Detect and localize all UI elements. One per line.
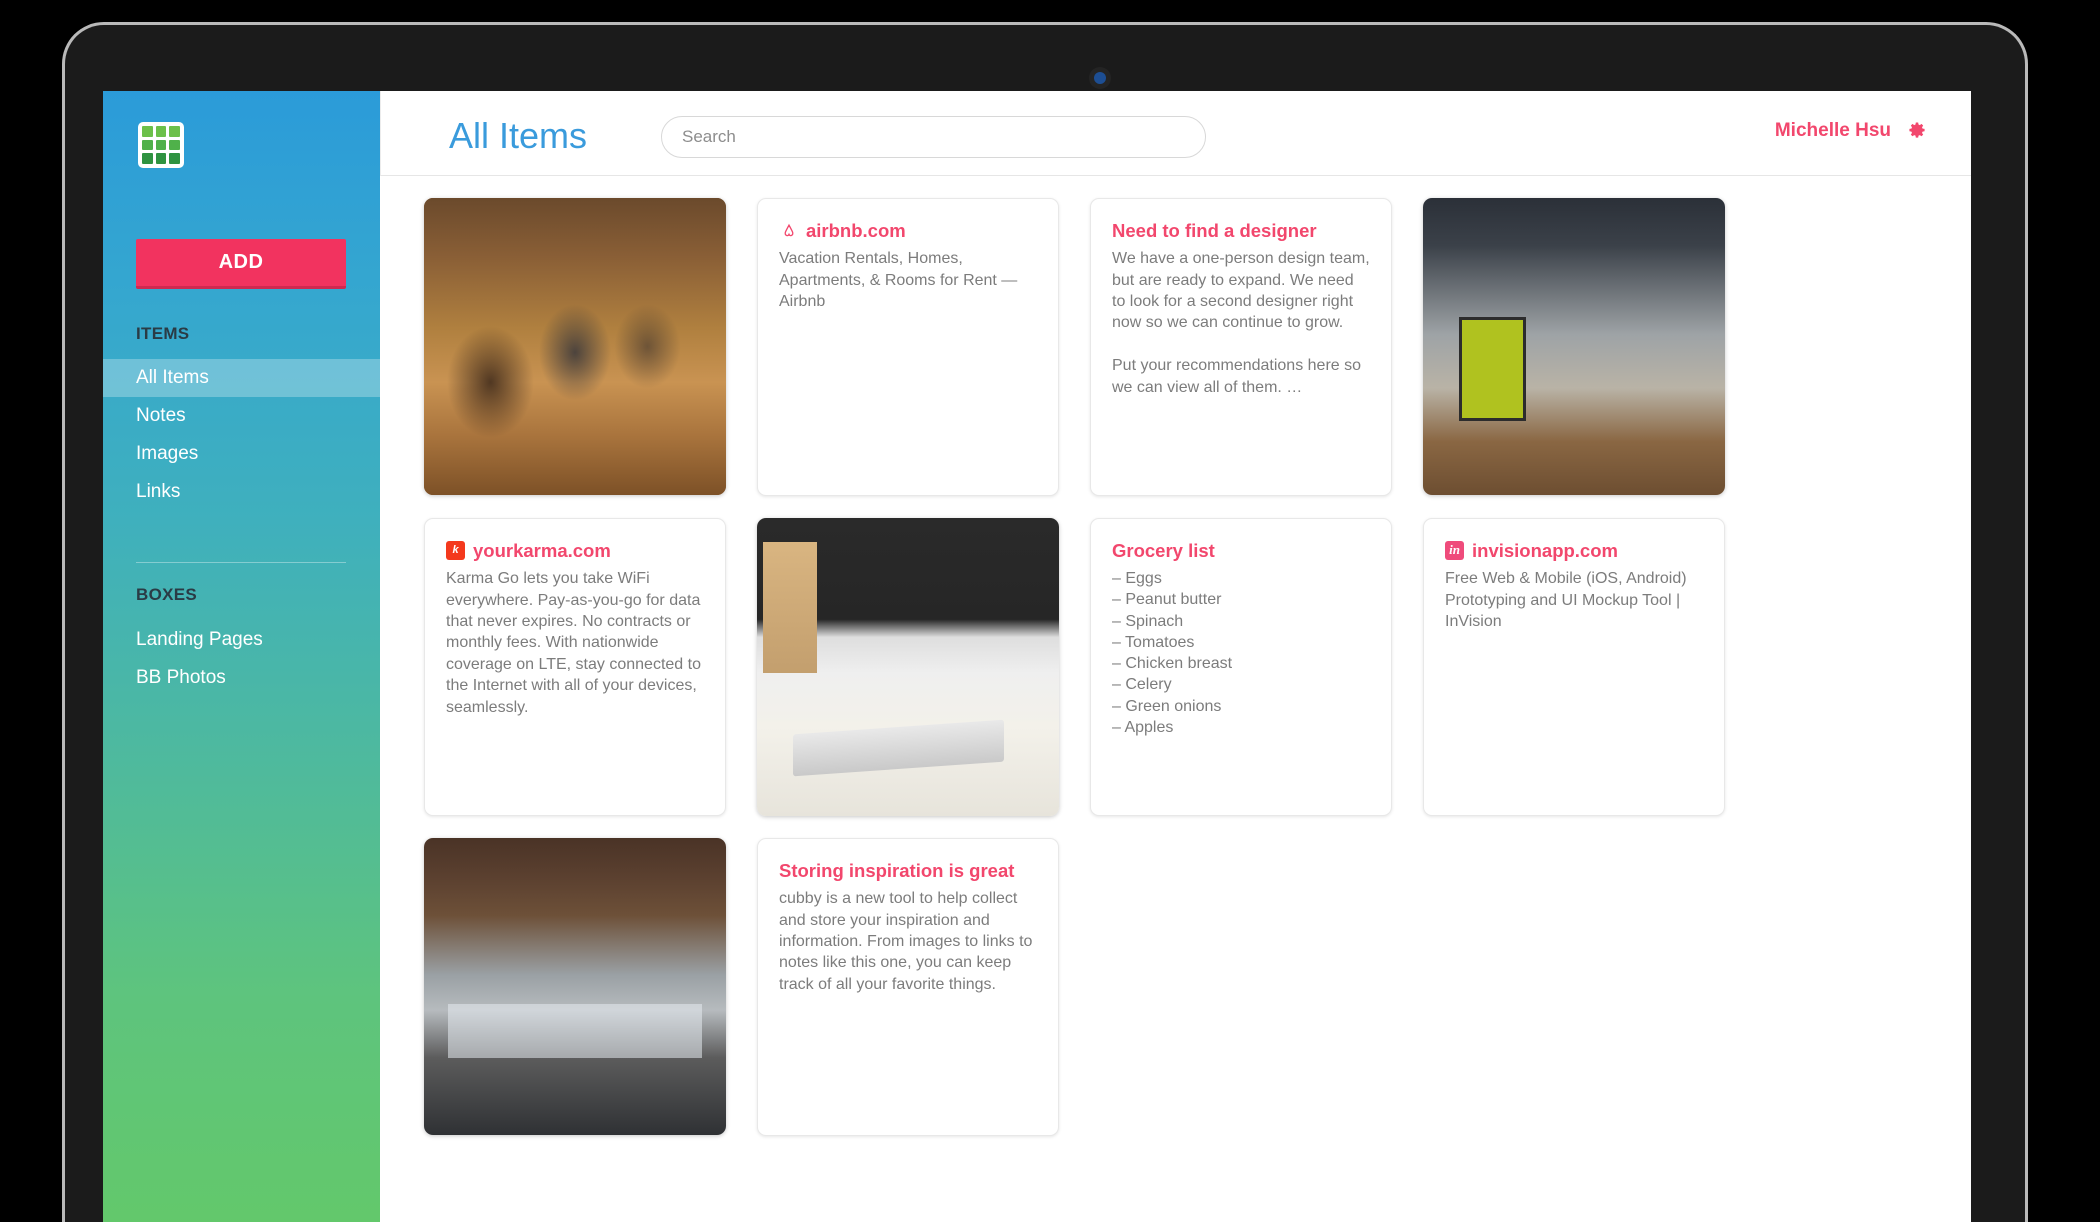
list-item: – Apples [1112, 718, 1174, 736]
list-item: – Green onions [1112, 697, 1222, 715]
grocery-list: – Eggs – Peanut butter – Spinach – Tomat… [1112, 568, 1370, 738]
front-camera-icon [1089, 67, 1111, 89]
card-note-designer[interactable]: Need to find a designer We have a one-pe… [1090, 198, 1392, 496]
sidebar-section-boxes-heading: BOXES [136, 585, 198, 604]
card-title: Need to find a designer [1112, 219, 1370, 242]
list-item: – Spinach [1112, 612, 1184, 630]
sidebar-item-label: Links [136, 481, 181, 502]
card-photo-imac-desk[interactable] [757, 518, 1059, 816]
card-body: We have a one-person design team, but ar… [1112, 250, 1370, 396]
card-grid: airbnb.com Vacation Rentals, Homes, Apar… [380, 176, 1971, 1222]
sidebar-item-label: All Items [136, 367, 209, 388]
card-title: in invisionapp.com [1445, 539, 1703, 562]
imac-desk-keyboard-photo [757, 518, 1059, 816]
card-link-yourkarma[interactable]: k yourkarma.com Karma Go lets you take W… [424, 518, 726, 816]
card-title-text: Storing inspiration is great [779, 860, 1015, 881]
sidebar-item-all-items[interactable]: All Items [103, 359, 380, 397]
card-link-airbnb[interactable]: airbnb.com Vacation Rentals, Homes, Apar… [757, 198, 1059, 496]
card-title: Grocery list [1112, 539, 1370, 562]
sidebar: ADD ITEMS All Items Notes Images Links B… [103, 91, 380, 1222]
card-note-inspiration[interactable]: Storing inspiration is great cubby is a … [757, 838, 1059, 1136]
sidebar-section-items-heading: ITEMS [136, 324, 190, 343]
add-button[interactable]: ADD [136, 239, 346, 289]
card-note-grocery-list[interactable]: Grocery list – Eggs – Peanut butter – Sp… [1090, 518, 1392, 816]
open-plan-office-desks-photo [424, 838, 726, 1135]
card-photo-wine-bar[interactable] [424, 198, 726, 495]
card-title-text: Grocery list [1112, 540, 1215, 561]
sidebar-item-label: Images [136, 443, 199, 464]
card-title-text: airbnb.com [806, 220, 906, 241]
sidebar-divider [136, 562, 346, 563]
card-body: Vacation Rentals, Homes, Apartments, & R… [779, 250, 1018, 310]
card-photo-office-green[interactable] [1423, 198, 1725, 495]
sidebar-item-images[interactable]: Images [103, 435, 380, 473]
grid-logo-icon[interactable] [138, 122, 184, 168]
office-hallway-green-poster-photo [1423, 198, 1725, 495]
sidebar-item-label: BB Photos [136, 667, 226, 688]
list-item: – Tomatoes [1112, 633, 1195, 651]
gear-icon[interactable] [1907, 121, 1927, 141]
card-title-text: invisionapp.com [1472, 540, 1618, 561]
topbar: All Items Michelle Hsu [380, 91, 1971, 176]
card-title: airbnb.com [779, 219, 1037, 242]
sidebar-item-label: Landing Pages [136, 629, 263, 650]
sidebar-item-bb-photos[interactable]: BB Photos [103, 659, 380, 697]
airbnb-belo-icon [779, 221, 798, 240]
card-link-invision[interactable]: in invisionapp.com Free Web & Mobile (iO… [1423, 518, 1725, 816]
karma-icon: k [446, 541, 465, 561]
invision-icon: in [1445, 541, 1464, 561]
list-item: – Chicken breast [1112, 655, 1233, 673]
list-item: – Celery [1112, 676, 1172, 694]
sidebar-item-notes[interactable]: Notes [103, 397, 380, 435]
list-item: – Eggs [1112, 570, 1162, 588]
card-body: Karma Go lets you take WiFi everywhere. … [446, 570, 701, 716]
list-item: – Peanut butter [1112, 591, 1222, 609]
tablet-device-frame: ADD ITEMS All Items Notes Images Links B… [62, 22, 2028, 1222]
search-input[interactable] [661, 116, 1206, 158]
card-body: cubby is a new tool to help collect and … [779, 890, 1033, 993]
sidebar-item-landing-pages[interactable]: Landing Pages [103, 621, 380, 659]
screen: ADD ITEMS All Items Notes Images Links B… [103, 91, 1971, 1222]
card-title-text: yourkarma.com [473, 540, 611, 561]
sidebar-item-links[interactable]: Links [103, 473, 380, 511]
sidebar-item-label: Notes [136, 405, 186, 426]
card-title: Storing inspiration is great [779, 859, 1037, 882]
card-title: k yourkarma.com [446, 539, 704, 562]
card-body: Free Web & Mobile (iOS, Android) Prototy… [1445, 570, 1687, 630]
wine-bar-barrels-photo [424, 198, 726, 495]
user-area: Michelle Hsu [1775, 120, 1927, 142]
page-title: All Items [449, 115, 588, 156]
user-name[interactable]: Michelle Hsu [1775, 120, 1891, 142]
card-photo-open-office[interactable] [424, 838, 726, 1135]
card-title-text: Need to find a designer [1112, 220, 1317, 241]
